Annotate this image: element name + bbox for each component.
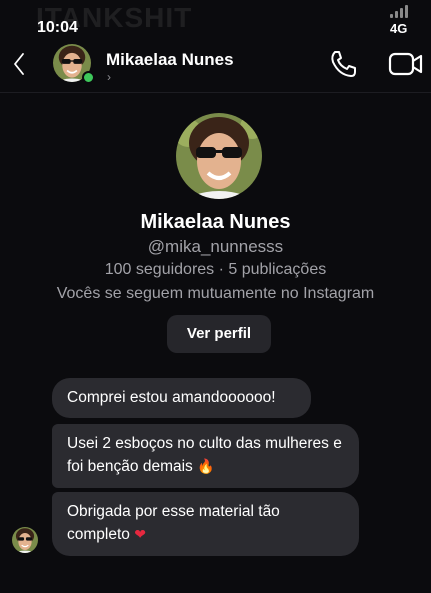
network-type: 4G <box>390 21 408 36</box>
sender-avatar[interactable] <box>12 527 38 553</box>
message-text: Obrigada por esse material tão completo <box>67 503 280 543</box>
profile-avatar[interactable] <box>176 113 262 199</box>
message-bubble[interactable]: Obrigada por esse material tão completo … <box>52 492 359 556</box>
profile-handle: @mika_nunnesss <box>147 237 284 256</box>
signal-icon <box>390 4 408 18</box>
fire-emoji: 🔥 <box>197 458 215 474</box>
back-button[interactable] <box>10 50 30 78</box>
video-call-button[interactable] <box>388 50 424 78</box>
status-time: 10:04 <box>37 19 78 36</box>
online-status-dot <box>82 71 95 84</box>
view-profile-button[interactable]: Ver perfil <box>167 315 271 353</box>
profile-stats: 100 seguidores · 5 publicações <box>104 261 327 278</box>
call-button[interactable] <box>327 48 359 80</box>
video-camera-icon <box>388 52 423 76</box>
phone-icon <box>331 51 356 77</box>
chevron-right-icon: › <box>107 70 111 84</box>
header-contact-name[interactable]: Mikaelaa Nunes <box>106 50 234 70</box>
message-bubble[interactable]: Comprei estou amandoooooo! <box>52 378 311 418</box>
conversation-header: Mikaelaa Nunes › <box>0 40 431 93</box>
message-bubble[interactable]: Usei 2 esboços no culto das mulheres e f… <box>52 424 359 488</box>
heart-emoji: ❤ <box>134 526 146 542</box>
profile-name: Mikaelaa Nunes <box>140 211 291 233</box>
message-text: Comprei estou amandoooooo! <box>67 389 276 406</box>
chevron-left-icon <box>14 53 24 75</box>
mutual-follow-note: Vocês se seguem mutuamente no Instagram <box>56 285 375 302</box>
status-bar: ITANKSHIT 10:04 4G <box>0 0 431 40</box>
